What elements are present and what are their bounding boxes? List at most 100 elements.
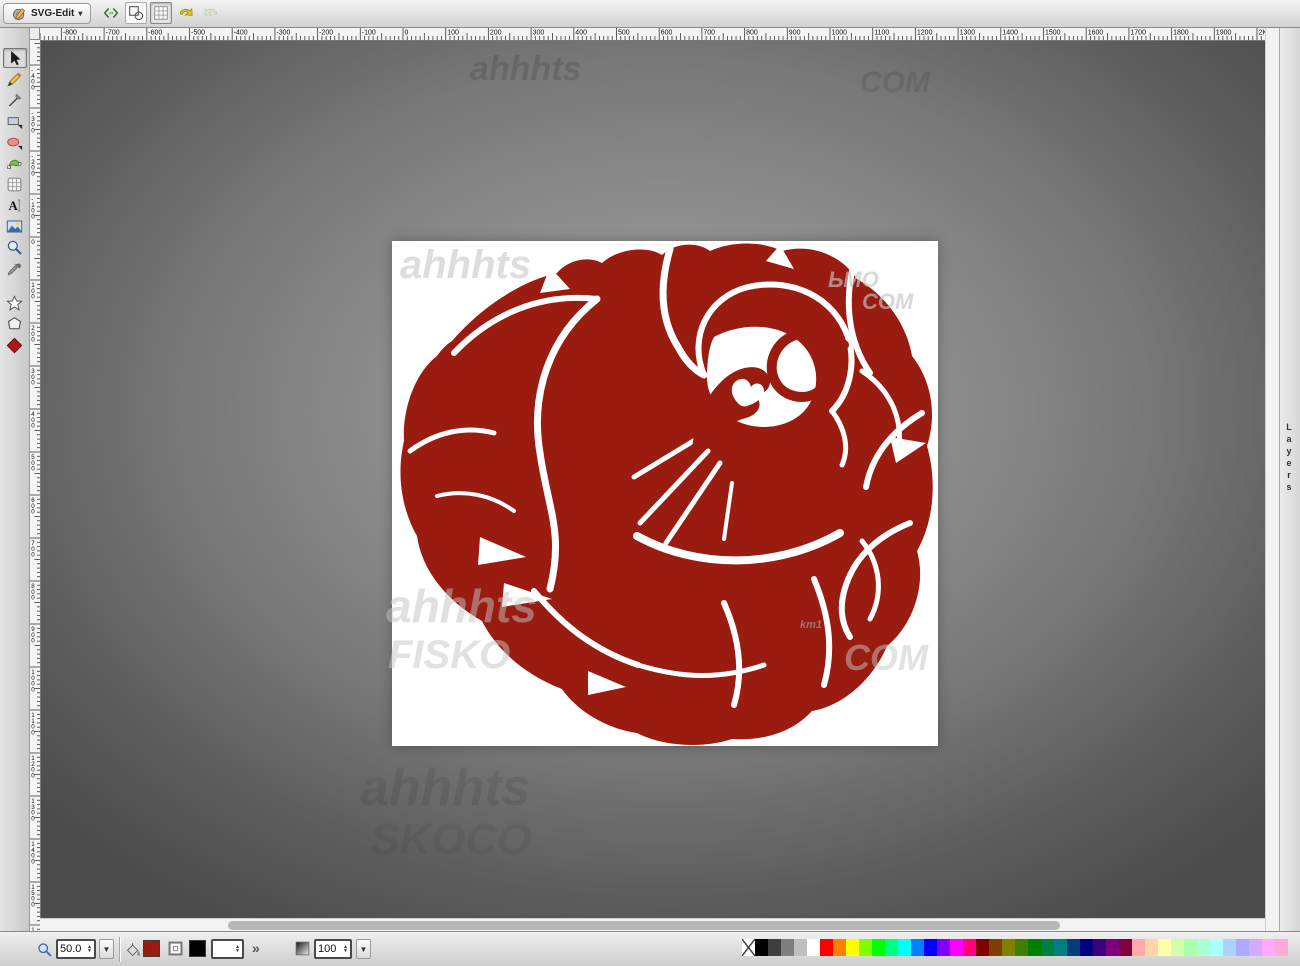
palette-swatch-ffaad4[interactable] xyxy=(1275,939,1288,956)
none-color-icon xyxy=(742,939,755,956)
palette-swatch-003f7f[interactable] xyxy=(1067,939,1080,956)
svg-text:-600: -600 xyxy=(148,30,162,37)
palette-swatch-ffaaff[interactable] xyxy=(1262,939,1275,956)
diamond-shape-tool[interactable] xyxy=(3,335,27,355)
svg-text:300: 300 xyxy=(533,30,545,37)
palette-swatch-aaffaa[interactable] xyxy=(1184,939,1197,956)
palette-swatch-aaaaff[interactable] xyxy=(1236,939,1249,956)
path-tool[interactable] xyxy=(3,153,27,173)
star-tool[interactable] xyxy=(3,293,27,313)
palette-swatch-00ffff[interactable] xyxy=(898,939,911,956)
shape-library-tool[interactable] xyxy=(3,174,27,194)
palette-swatch-ff007f[interactable] xyxy=(963,939,976,956)
palette-swatch-d4aaff[interactable] xyxy=(1249,939,1262,956)
ellipse-tool[interactable] xyxy=(3,132,27,152)
palette-swatch-3f3f3f[interactable] xyxy=(768,939,781,956)
svg-text:0: 0 xyxy=(31,337,35,344)
svg-text:-500: -500 xyxy=(191,30,205,37)
watermark-text: ahhhts xyxy=(470,50,581,89)
palette-swatch-ffffaa[interactable] xyxy=(1158,939,1171,956)
svg-text:A: A xyxy=(9,199,19,213)
palette-swatch-ffaaaa[interactable] xyxy=(1132,939,1145,956)
palette-swatch-ffd4aa[interactable] xyxy=(1145,939,1158,956)
svg-text:400: 400 xyxy=(575,30,587,37)
palette-swatch-ff00ff[interactable] xyxy=(950,939,963,956)
horizontal-scrollbar[interactable] xyxy=(40,918,1265,931)
palette-swatch-00ff00[interactable] xyxy=(872,939,885,956)
fill-color-swatch[interactable] xyxy=(143,940,160,957)
watermark-text: FISKO xyxy=(388,633,510,678)
line-tool[interactable] xyxy=(3,90,27,110)
zoom-dropdown-button[interactable]: ▼ xyxy=(99,939,114,959)
redo-button[interactable] xyxy=(200,2,222,24)
canvas-watermarks: ahhhtsЬМОCOMahhhtsFISKOCOMkm1 xyxy=(392,241,938,746)
wireframe-button[interactable] xyxy=(125,2,147,24)
pencil-tool[interactable] xyxy=(3,69,27,89)
watermark-text: SKOCO xyxy=(370,815,531,865)
rectangle-tool[interactable] xyxy=(3,111,27,131)
palette-swatch-007f7f[interactable] xyxy=(1054,939,1067,956)
stroke-color-swatch[interactable] xyxy=(189,940,206,957)
palette-swatch-aaffff[interactable] xyxy=(1210,939,1223,956)
svg-text:1500: 1500 xyxy=(1045,30,1061,37)
palette-swatch-00ff7f[interactable] xyxy=(885,939,898,956)
palette-swatch-007fff[interactable] xyxy=(911,939,924,956)
palette-swatch-ff7f00[interactable] xyxy=(833,939,846,956)
grid-button[interactable] xyxy=(150,2,172,24)
palette-swatch-7fff00[interactable] xyxy=(859,939,872,956)
opacity-input[interactable]: 100 ▲▼ xyxy=(314,939,352,959)
palette-swatch-d4ffaa[interactable] xyxy=(1171,939,1184,956)
palette-swatch-7f0000[interactable] xyxy=(976,939,989,956)
watermark-text: COM xyxy=(862,289,913,315)
svg-text:1400: 1400 xyxy=(1002,30,1018,37)
svg-text:1600: 1600 xyxy=(1088,30,1104,37)
palette-swatch-7f007f[interactable] xyxy=(1106,939,1119,956)
color-palette xyxy=(742,939,1288,956)
eyedropper-tool[interactable] xyxy=(3,258,27,278)
palette-swatch-7f00ff[interactable] xyxy=(937,939,950,956)
polygon-tool[interactable] xyxy=(3,314,27,334)
palette-swatch-7f3f00[interactable] xyxy=(989,939,1002,956)
palette-swatch-0000ff[interactable] xyxy=(924,939,937,956)
svg-text:0: 0 xyxy=(31,423,35,430)
palette-swatch-7f7f00[interactable] xyxy=(1002,939,1015,956)
svg-text:900: 900 xyxy=(789,30,801,37)
palette-swatch-aaffd4[interactable] xyxy=(1197,939,1210,956)
source-code-button[interactable] xyxy=(100,2,122,24)
horizontal-scrollbar-thumb[interactable] xyxy=(228,921,1060,930)
bottom-toolbar: 50.0 ▲▼ ▼ ▲▼ » 100 ▲▼ ▼ xyxy=(0,931,1300,966)
layers-panel-tab[interactable]: Layers xyxy=(1284,422,1294,494)
palette-swatch-007f00[interactable] xyxy=(1028,939,1041,956)
select-tool[interactable] xyxy=(3,48,27,68)
palette-swatch-ff0000[interactable] xyxy=(820,939,833,956)
opacity-dropdown-button[interactable]: ▼ xyxy=(356,939,371,959)
more-options-button[interactable]: » xyxy=(252,940,260,956)
vertical-scrollbar[interactable] xyxy=(1265,27,1279,931)
palette-swatch-ffff00[interactable] xyxy=(846,939,859,956)
zoom-input[interactable]: 50.0 ▲▼ xyxy=(56,939,96,959)
workspace[interactable]: ahhhtsCOMahhhtsSKOCO ahhhtsЬМОCOMahhhtsF… xyxy=(40,40,1265,918)
palette-swatch-3f7f00[interactable] xyxy=(1015,939,1028,956)
palette-swatch-007f3f[interactable] xyxy=(1041,939,1054,956)
palette-swatch-ffffff[interactable] xyxy=(807,939,820,956)
main-menu-button[interactable]: SVG-Edit ▾ xyxy=(3,3,91,24)
spinner-icon[interactable]: ▲▼ xyxy=(87,945,92,953)
palette-swatch-000000[interactable] xyxy=(755,939,768,956)
stroke-width-input[interactable]: ▲▼ xyxy=(211,939,244,959)
palette-swatch-aad4ff[interactable] xyxy=(1223,939,1236,956)
svg-canvas[interactable]: ahhhtsЬМОCOMahhhtsFISKOCOMkm1 xyxy=(392,241,938,746)
spinner-icon[interactable]: ▲▼ xyxy=(343,945,348,953)
undo-button[interactable] xyxy=(175,2,197,24)
palette-swatch-3f007f[interactable] xyxy=(1093,939,1106,956)
palette-swatch-7f7f7f[interactable] xyxy=(781,939,794,956)
image-tool[interactable] xyxy=(3,216,27,236)
text-tool[interactable]: A xyxy=(3,195,27,215)
palette-swatch-00007f[interactable] xyxy=(1080,939,1093,956)
palette-swatch-7f003f[interactable] xyxy=(1119,939,1132,956)
palette-swatch-bfbfbf[interactable] xyxy=(794,939,807,956)
spinner-icon[interactable]: ▲▼ xyxy=(235,945,240,953)
svg-text:700: 700 xyxy=(703,30,715,37)
svg-text:500: 500 xyxy=(618,30,630,37)
zoom-tool[interactable] xyxy=(3,237,27,257)
palette-swatch-none[interactable] xyxy=(742,939,755,956)
